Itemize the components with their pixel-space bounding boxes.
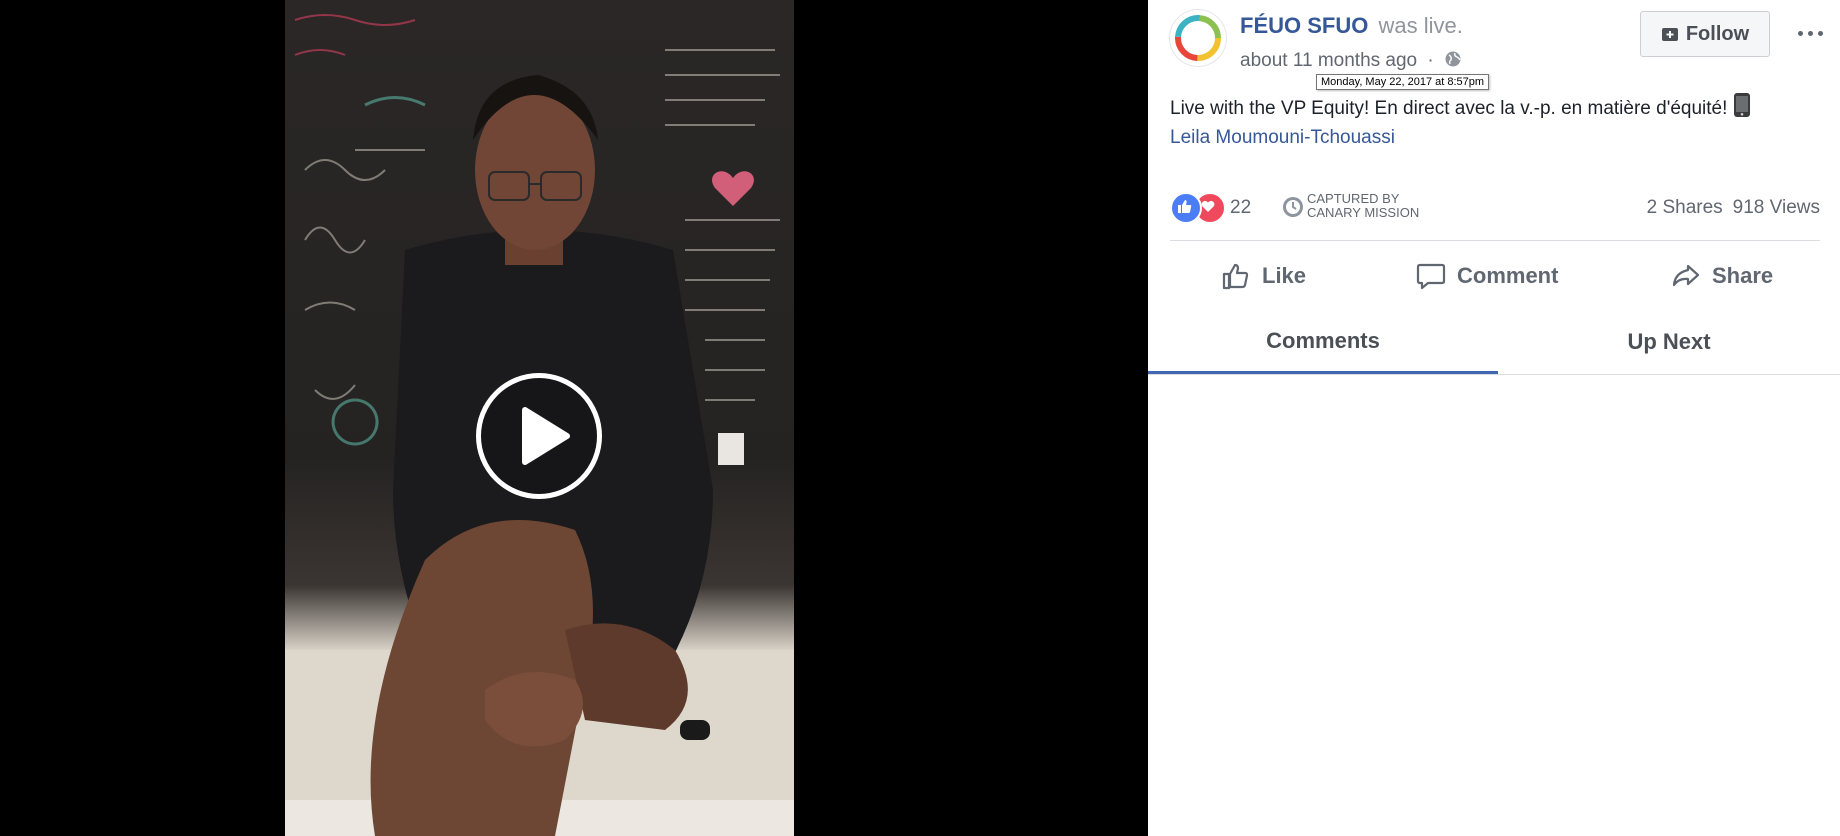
post-header: FÉUO SFUO was live. [1240,13,1463,39]
play-button[interactable] [476,373,602,499]
page-logo [1175,15,1221,61]
follow-button[interactable]: Follow [1640,11,1770,57]
more-options-button[interactable] [1796,18,1826,48]
like-button[interactable]: Like [1220,252,1306,300]
post-text: Live with the VP Equity! En direct avec … [1170,98,1728,119]
captured-by-watermark: CAPTURED BY CANARY MISSION [1307,191,1420,220]
meta-separator: · [1427,50,1434,71]
captured-clock-icon [1283,197,1303,217]
post-meta: about 11 months ago · [1240,50,1462,72]
share-icon [1672,264,1700,287]
like-label: Like [1262,263,1307,288]
tab-up-next[interactable]: Up Next [1498,310,1840,374]
post-time-link[interactable]: about 11 months ago [1240,50,1417,71]
tab-comments[interactable]: Comments [1148,310,1498,374]
panel-tabs: Comments Up Next [1148,310,1840,375]
post-description: Live with the VP Equity! En direct avec … [1170,92,1830,152]
shares-views: 2 Shares 918 Views [1647,197,1820,219]
reactions-row: 22 CAPTURED BY CANARY MISSION 2 Shares 91… [1170,190,1820,226]
shares-count[interactable]: 2 Shares [1647,197,1723,218]
page-name-link[interactable]: FÉUO SFUO [1240,13,1368,38]
like-icon [1222,263,1249,290]
phone-icon [1734,93,1751,117]
comment-button[interactable]: Comment [1415,252,1558,300]
share-button[interactable]: Share [1670,252,1773,300]
action-bar: Like Comment Share [1170,252,1820,300]
follow-icon [1661,28,1678,41]
tagged-person-link[interactable]: Leila Moumouni-Tchouassi [1170,127,1395,148]
play-icon [522,407,570,465]
page-avatar[interactable] [1170,10,1226,66]
comment-icon [1416,263,1446,290]
like-reaction-icon[interactable] [1170,192,1202,224]
globe-icon [1445,51,1461,67]
timestamp-tooltip: Monday, May 22, 2017 at 8:57pm [1316,74,1490,90]
live-status-text: was live. [1378,13,1463,38]
video-stage [0,0,1148,836]
follow-label: Follow [1685,22,1750,45]
divider [1170,240,1820,241]
reaction-count[interactable]: 22 [1230,197,1251,219]
comment-label: Comment [1457,263,1559,288]
more-icon [1798,31,1803,36]
share-label: Share [1712,263,1774,288]
post-panel: FÉUO SFUO was live. about 11 months ago … [1148,0,1840,836]
views-count: 918 Views [1732,197,1820,218]
